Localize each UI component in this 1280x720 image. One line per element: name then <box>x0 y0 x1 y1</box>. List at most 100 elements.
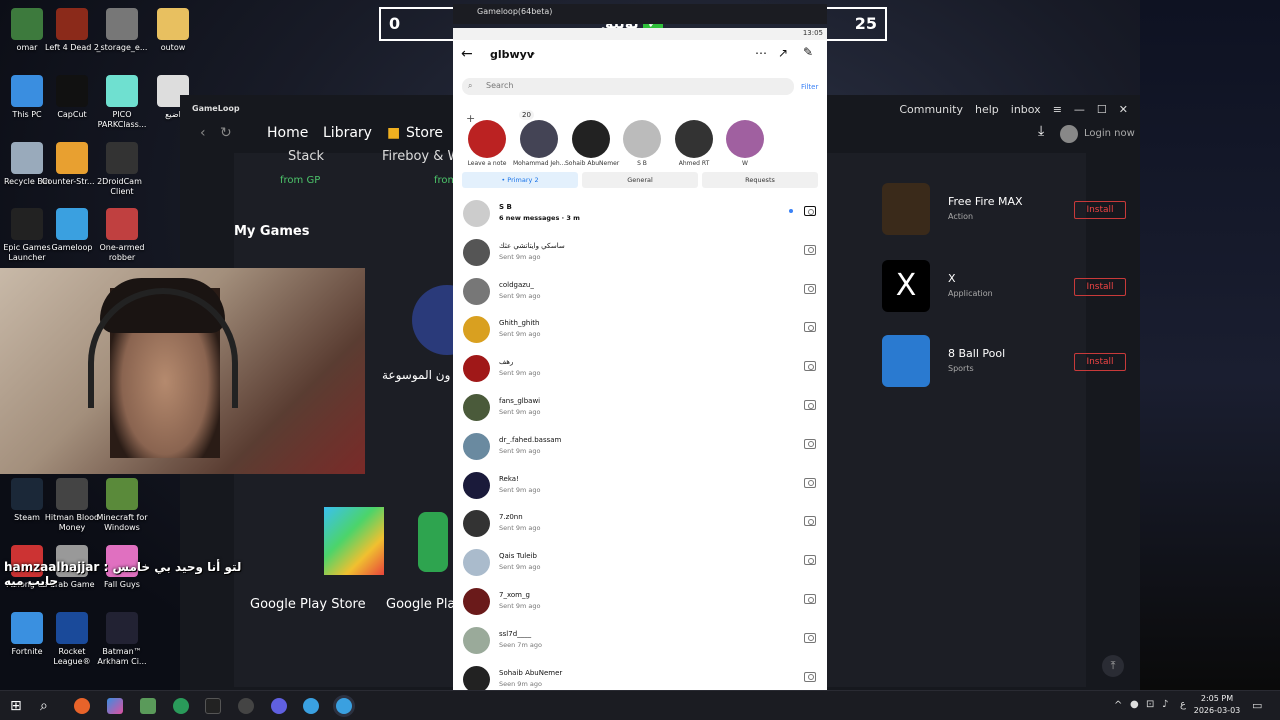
store-icon[interactable] <box>140 698 156 714</box>
message-row[interactable]: coldgazu_ Sent 9m ago <box>453 274 827 312</box>
google-play-icon[interactable] <box>324 507 384 575</box>
back-arrow-icon[interactable]: ← <box>461 46 473 62</box>
app-row-8-ball-pool[interactable]: 8 Ball Pool Sports Install <box>882 335 1126 391</box>
epic-games-icon[interactable] <box>205 698 221 714</box>
tray-chevron-icon[interactable]: ^ <box>1114 700 1122 711</box>
more-icon[interactable]: ⋯ <box>755 46 767 60</box>
install-button[interactable]: Install <box>1074 201 1126 219</box>
gameloop-icon[interactable] <box>303 698 319 714</box>
camera-icon[interactable] <box>804 555 816 566</box>
tab-requests[interactable]: Requests <box>702 172 818 188</box>
add-note-icon[interactable]: + <box>466 112 475 125</box>
install-button[interactable]: Install <box>1074 353 1126 371</box>
message-row[interactable]: Ghith_ghith Sent 9m ago <box>453 312 827 350</box>
refresh-icon[interactable]: ↻ <box>220 125 232 141</box>
camera-icon[interactable] <box>804 516 816 527</box>
message-row[interactable]: 7_xom_g Sent 9m ago <box>453 584 827 622</box>
inbox-link[interactable]: inbox <box>1011 103 1041 116</box>
help-link[interactable]: help <box>975 103 999 116</box>
install-button[interactable]: Install <box>1074 278 1126 296</box>
start-icon[interactable]: ⊞ <box>10 698 26 714</box>
camera-icon[interactable] <box>804 361 816 372</box>
nav-store[interactable]: Store <box>406 125 443 141</box>
story-item[interactable]: W <box>719 108 771 167</box>
camera-icon[interactable] <box>804 671 816 682</box>
camera-icon[interactable] <box>804 206 816 216</box>
camera-icon[interactable] <box>804 632 816 643</box>
app-row-x[interactable]: X X Application Install <box>882 260 1126 316</box>
message-row[interactable]: رهف Sent 9m ago <box>453 351 827 389</box>
desktop-icon[interactable]: One-armed robber <box>91 208 153 263</box>
app-row-free-fire[interactable]: Free Fire MAX Action Install <box>882 183 1126 239</box>
story-item[interactable]: S B <box>616 108 668 167</box>
tab-primary[interactable]: • Primary 2 <box>462 172 578 188</box>
clock[interactable]: 2:05 PM 2026-03-03 <box>1192 693 1242 717</box>
message-row[interactable]: Reka! Sent 9m ago <box>453 468 827 506</box>
camera-icon[interactable] <box>804 400 816 410</box>
camera-icon[interactable] <box>804 244 816 255</box>
search-input[interactable]: ⌕ Search <box>462 78 794 95</box>
desktop-icon-label: Minecraft for Windows <box>96 513 148 532</box>
message-row[interactable]: fans_glbawi Sent 9m ago <box>453 390 827 428</box>
community-link[interactable]: Community <box>899 103 963 116</box>
droidcam-icon[interactable] <box>238 698 254 714</box>
camera-icon[interactable] <box>804 594 816 604</box>
desktop-icon[interactable]: DroidCam Client <box>91 142 153 197</box>
app-name: X <box>948 272 956 285</box>
download-icon[interactable]: ⤓ <box>1038 123 1044 139</box>
store-item-google-play-games[interactable]: Google Pla <box>386 597 455 612</box>
desktop-icon[interactable]: Minecraft for Windows <box>91 478 153 533</box>
message-status: 6 new messages · 3 m <box>499 214 580 222</box>
message-row[interactable]: Qais Tuleib Sent 9m ago <box>453 545 827 583</box>
message-row[interactable]: ساسكي وايتاتشي عثك Sent 9m ago <box>453 235 827 273</box>
message-row[interactable]: ssl7d____ Seen 7m ago <box>453 623 827 661</box>
app-icon[interactable] <box>173 698 189 714</box>
camera-icon[interactable] <box>804 283 816 294</box>
desktop-icon[interactable]: Batman™ Arkham Ci... <box>91 612 153 667</box>
message-row[interactable]: 7.z0nn Sent 9m ago <box>453 506 827 544</box>
message-status: Sent 9m ago <box>499 602 541 610</box>
message-row[interactable]: Sohaib AbuNemer Seen 9m ago <box>453 662 827 692</box>
notification-icon[interactable]: ▭ <box>1252 699 1262 712</box>
network-icon[interactable]: ⊡ <box>1146 699 1154 710</box>
camera-icon[interactable] <box>804 477 816 488</box>
story-item[interactable]: Ahmed RT <box>668 108 720 167</box>
trending-icon[interactable]: ↗ <box>778 46 788 60</box>
language-indicator[interactable]: ع <box>1180 699 1186 710</box>
copilot-icon[interactable] <box>107 698 123 714</box>
nav-home[interactable]: Home <box>267 125 308 141</box>
section-my-games: My Games <box>234 224 310 239</box>
message-row[interactable]: S B 6 new messages · 3 m <box>453 196 827 234</box>
gameloop-active-icon[interactable] <box>336 698 352 714</box>
minimize-icon[interactable]: — <box>1074 103 1085 116</box>
discord-icon[interactable] <box>271 698 287 714</box>
camera-icon[interactable] <box>804 322 816 333</box>
store-item-google-play[interactable]: Google Play Store <box>250 597 366 612</box>
firefox-icon[interactable] <box>74 698 90 714</box>
nav-library[interactable]: Library <box>323 125 372 141</box>
tab-general[interactable]: General <box>582 172 698 188</box>
scroll-top-icon[interactable]: ⤒ <box>1102 655 1124 677</box>
app-name: 8 Ball Pool <box>948 347 1006 360</box>
camera-icon[interactable] <box>804 438 816 449</box>
desktop-icon[interactable]: outow <box>142 8 204 53</box>
maximize-icon[interactable]: ☐ <box>1097 103 1107 116</box>
filter-link[interactable]: Filter <box>801 83 818 91</box>
close-icon[interactable]: ✕ <box>1119 103 1128 116</box>
volume-icon[interactable]: ♪ <box>1162 699 1168 710</box>
login-link[interactable]: Login now <box>1084 128 1135 139</box>
message-sender: Sohaib AbuNemer <box>499 668 563 677</box>
search-icon[interactable]: ⌕ <box>40 698 56 714</box>
menu-icon[interactable]: ≡ <box>1053 103 1062 116</box>
avatar <box>1060 125 1078 143</box>
message-row[interactable]: dr_.fahed.bassam Sent 9m ago <box>453 429 827 467</box>
back-icon[interactable]: ‹ <box>200 125 206 141</box>
compose-icon[interactable]: ✎ <box>803 45 813 59</box>
mic-icon[interactable]: ● <box>1130 699 1139 710</box>
chevron-down-icon[interactable]: ⌄ <box>529 48 537 58</box>
google-play-games-icon[interactable] <box>418 512 448 572</box>
story-item[interactable]: Sohaib AbuNemer <box>565 108 619 167</box>
ig-username[interactable]: glbwyv <box>490 48 534 61</box>
user-folder-icon <box>11 8 43 40</box>
message-sender: Reka! <box>499 474 519 483</box>
